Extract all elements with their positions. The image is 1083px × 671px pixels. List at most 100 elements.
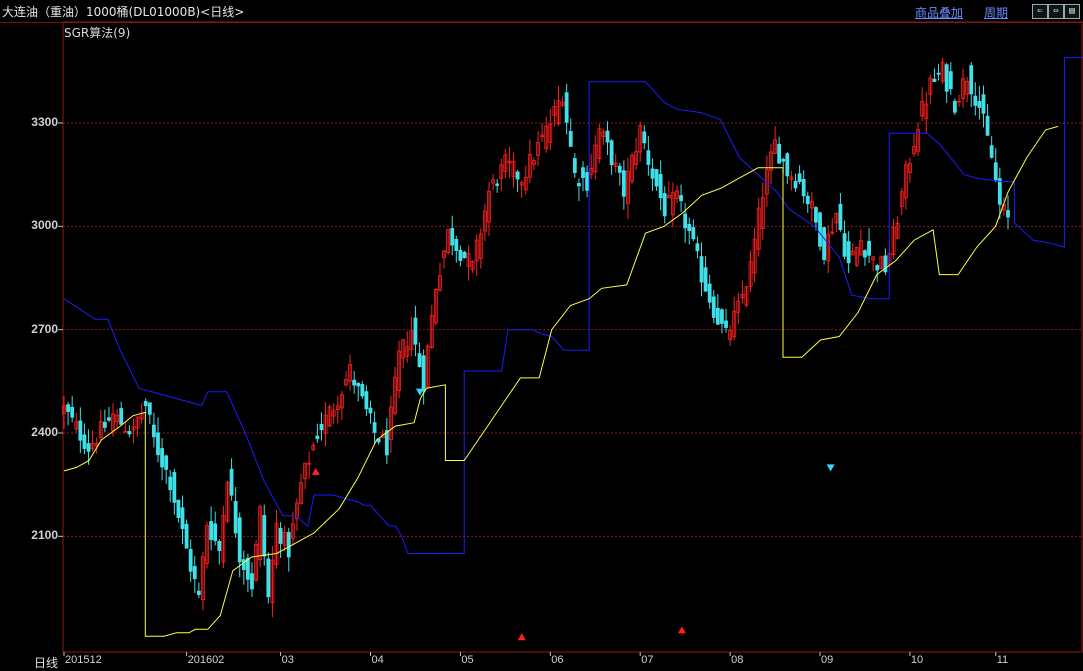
candle-body — [711, 296, 716, 318]
candle-body — [1006, 210, 1010, 218]
candle-body — [188, 549, 193, 572]
candle-body — [695, 243, 700, 252]
candle-body — [164, 455, 169, 470]
x-tick-label: 08 — [731, 654, 744, 666]
x-tick-label: 03 — [281, 654, 294, 666]
candle-body — [119, 408, 124, 425]
candle-body — [707, 283, 712, 303]
candle-body — [413, 317, 418, 345]
candle-body — [192, 566, 197, 580]
candle-body — [356, 382, 361, 387]
candle-body — [233, 501, 238, 534]
candle-body — [842, 233, 847, 257]
candle-body — [973, 95, 978, 106]
candle-body — [838, 203, 843, 231]
candle-body — [654, 169, 659, 187]
candle-body — [262, 515, 267, 557]
candle-body — [172, 472, 177, 503]
candle-body — [814, 207, 818, 223]
candle-body — [364, 391, 369, 410]
buy-marker — [517, 633, 526, 641]
candle-body — [662, 193, 667, 217]
candle-body — [237, 517, 242, 563]
candle-body — [715, 307, 720, 325]
candle-body — [863, 250, 867, 258]
candle-body — [585, 172, 589, 191]
x-tick-label: 07 — [641, 654, 654, 666]
candle-body — [241, 559, 246, 570]
candle-body — [250, 573, 254, 590]
candle-body — [658, 173, 663, 199]
candle-body — [152, 424, 156, 438]
candle-body — [724, 320, 728, 328]
candle-body — [687, 223, 692, 232]
candle-body — [372, 422, 377, 433]
candle-body — [196, 590, 201, 595]
candle-body — [123, 430, 128, 433]
candle-body — [621, 170, 626, 197]
candle-body — [315, 435, 320, 440]
candle-body — [70, 406, 75, 418]
candle-body — [143, 400, 148, 407]
candle-body — [229, 468, 234, 496]
candle-body — [981, 94, 986, 114]
candle-body — [609, 140, 614, 166]
candle-body — [781, 158, 786, 162]
candle-body — [948, 71, 953, 90]
x-tick-label: 04 — [371, 654, 384, 666]
candle-body — [797, 173, 802, 182]
price-chart[interactable] — [0, 0, 1083, 669]
candle-body — [368, 407, 373, 414]
candle-body — [245, 557, 250, 580]
candle-body — [720, 309, 724, 324]
candle-body — [82, 434, 87, 449]
candle-body — [650, 168, 655, 179]
candle-body — [985, 115, 990, 136]
candle-body — [286, 532, 291, 558]
candle-body — [450, 228, 455, 246]
candle-body — [577, 183, 581, 187]
plot-frame — [62, 21, 1083, 653]
candle-body — [805, 195, 810, 205]
candle-body — [421, 355, 426, 392]
y-tick-label: 2400 — [31, 424, 58, 439]
candle-body — [127, 430, 132, 435]
candle-body — [801, 178, 806, 197]
sell-marker — [826, 464, 835, 472]
candle-body — [952, 100, 957, 113]
candle-body — [867, 240, 871, 256]
candle-body — [78, 420, 83, 441]
candle-body — [846, 241, 851, 264]
x-tick-label: 201512 — [65, 654, 102, 666]
y-tick-label: 3300 — [31, 115, 58, 129]
candle-body — [266, 558, 271, 598]
candle-body — [691, 227, 696, 240]
candle-body — [989, 145, 994, 158]
candle-body — [107, 417, 111, 421]
x-tick-label: 10 — [910, 654, 924, 666]
candle-body — [875, 265, 880, 271]
candle-body — [319, 423, 324, 431]
candle-body — [156, 432, 160, 456]
candle-body — [352, 379, 357, 386]
candle-body — [278, 527, 283, 544]
candle-body — [384, 430, 389, 456]
candle-body — [605, 130, 610, 143]
candle-body — [160, 448, 164, 468]
candle-body — [209, 521, 214, 541]
candle-body — [993, 162, 998, 181]
candle-body — [997, 178, 1002, 205]
period-footer: 日线 — [34, 656, 59, 670]
candle-body — [213, 523, 218, 541]
candle-body — [454, 239, 459, 251]
candle-body — [944, 64, 949, 92]
candle-body — [581, 167, 585, 178]
candle-body — [495, 183, 500, 186]
candle-body — [180, 507, 185, 529]
candle-body — [822, 227, 827, 260]
candle-body — [360, 384, 365, 397]
upper-band-line — [63, 57, 1083, 554]
candle-body — [168, 476, 173, 491]
buy-marker — [677, 626, 686, 634]
candle-body — [86, 443, 91, 452]
